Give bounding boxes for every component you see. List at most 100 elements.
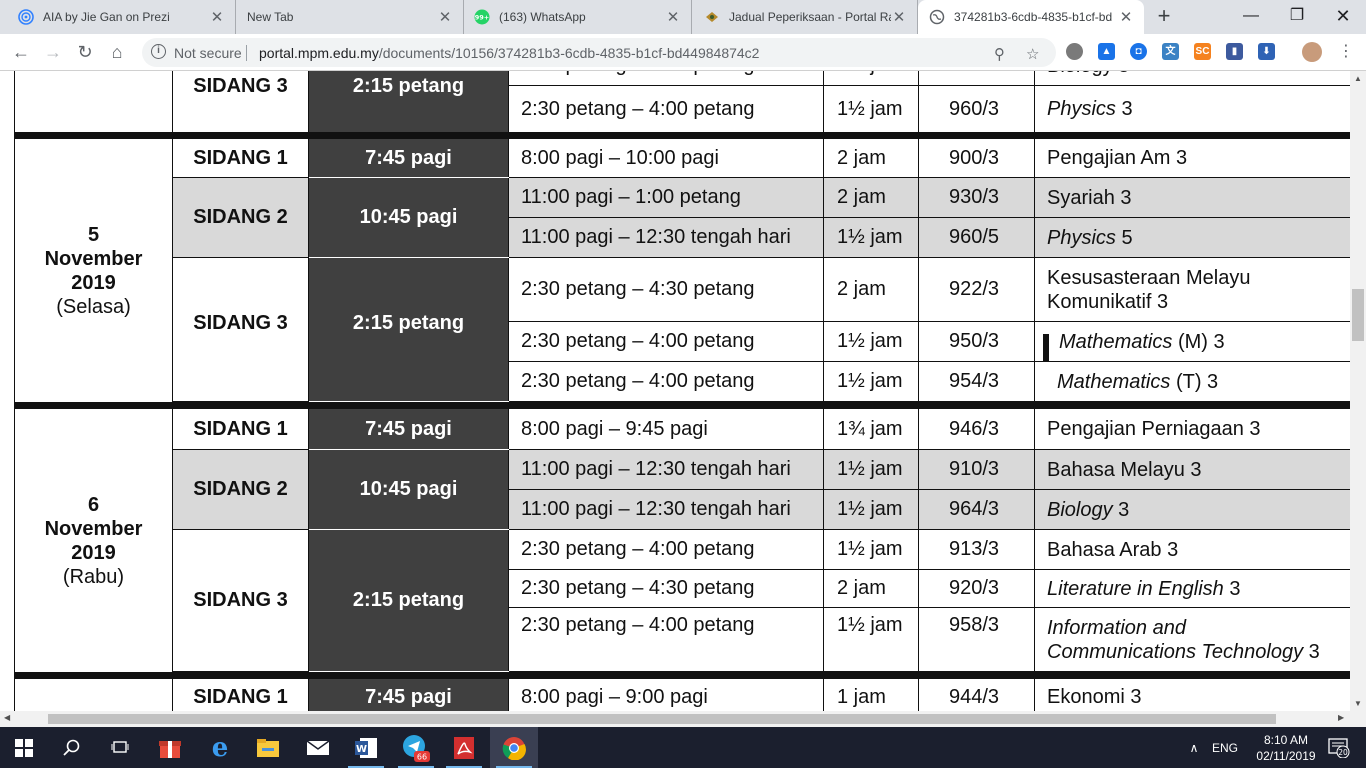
exam-duration: 2 jam (823, 132, 919, 178)
scroll-right-arrow-icon[interactable]: ▶ (1338, 713, 1344, 722)
table-row: SIDANG 3 2:15 petang 2:30 petang – 4:00 … (15, 529, 1350, 672)
menu-icon[interactable]: ⋮ (1334, 40, 1358, 64)
telegram-app[interactable]: 66 (392, 727, 440, 768)
chrome-app[interactable] (490, 727, 538, 768)
horizontal-scroll-thumb[interactable] (48, 714, 1276, 724)
exam-duration: 1½ jam (823, 529, 919, 570)
close-tab-icon[interactable]: ✕ (665, 8, 681, 26)
paper-code: 950/3 (918, 321, 1035, 362)
clock[interactable]: 8:10 AM 02/11/2019 (1250, 727, 1322, 768)
scroll-left-arrow-icon[interactable]: ◀ (4, 713, 10, 722)
report-time: 2:15 petang (308, 71, 509, 136)
vertical-scrollbar[interactable]: ▲ ▼ (1350, 71, 1366, 711)
drive-extension-icon[interactable] (1066, 43, 1083, 60)
report-time: 2:15 petang (308, 257, 509, 402)
paper-code: 946/3 (918, 402, 1035, 450)
edge-app[interactable]: e (196, 727, 244, 768)
exam-duration: 2 jam (823, 177, 919, 218)
info-icon[interactable]: i (151, 44, 166, 59)
scroll-up-arrow-icon[interactable]: ▲ (1350, 74, 1366, 83)
tab-title: (163) WhatsApp (499, 10, 586, 24)
bookmark-star-icon[interactable]: ☆ (1026, 45, 1039, 63)
download-extension-icon[interactable]: ⬇ (1258, 43, 1275, 60)
bracket-bar (1043, 334, 1049, 361)
svg-text:W: W (356, 744, 367, 755)
translate-extension-icon[interactable]: 文 (1162, 43, 1179, 60)
vertical-scroll-thumb[interactable] (1352, 289, 1364, 341)
graduation-extension-icon[interactable]: ▲ (1098, 43, 1115, 60)
word-icon: W (355, 737, 377, 758)
task-view-icon (111, 740, 129, 753)
tab-jadual[interactable]: Jadual Peperiksaan - Portal Ras ✕ (692, 0, 918, 34)
exam-time: 2:30 petang – 4:00 petang (508, 85, 824, 136)
word-app[interactable]: W (342, 727, 390, 768)
dictionary-extension-icon[interactable]: ▮ (1226, 43, 1243, 60)
close-tab-icon[interactable]: ✕ (891, 8, 907, 26)
portal-icon (704, 9, 720, 25)
paper-code: 964/3 (918, 489, 1035, 530)
scroll-down-arrow-icon[interactable]: ▼ (1350, 699, 1366, 708)
report-time: 10:45 pagi (308, 177, 509, 258)
exam-duration: 1½ jam (823, 321, 919, 362)
notification-center-button[interactable]: 20 (1322, 727, 1356, 768)
tab-whatsapp[interactable]: 99+ (163) WhatsApp ✕ (464, 0, 692, 34)
close-tab-icon[interactable]: ✕ (1118, 8, 1134, 26)
minimize-button[interactable]: — (1228, 0, 1274, 34)
exam-duration: 1½ jam (823, 85, 919, 136)
search-button[interactable] (48, 727, 96, 768)
table-row: SIDANG 1 7:45 pagi 8:00 pagi – 9:00 pagi… (14, 672, 1350, 711)
close-tab-icon[interactable]: ✕ (437, 8, 453, 26)
prezi-icon (18, 9, 34, 25)
tab-title: AIA by Jie Gan on Prezi (43, 10, 170, 24)
report-time: 7:45 pagi (308, 402, 509, 450)
sc-extension-icon[interactable]: SC (1194, 43, 1211, 60)
start-button[interactable] (0, 727, 48, 768)
search-icon (63, 739, 80, 756)
profile-avatar[interactable] (1302, 42, 1322, 62)
horizontal-scrollbar[interactable]: ◀ ▶ (0, 711, 1366, 727)
tab-prezi[interactable]: AIA by Jie Gan on Prezi ✕ (0, 0, 236, 34)
new-tab-button[interactable]: + (1152, 5, 1176, 29)
shield-extension-icon[interactable]: ◘ (1130, 43, 1147, 60)
url-text[interactable]: portal.mpm.edu.my/documents/10156/374281… (259, 45, 759, 61)
close-tab-icon[interactable]: ✕ (209, 8, 225, 26)
mail-icon (306, 739, 330, 755)
url-host: portal.mpm.edu.my (259, 45, 379, 61)
paper-code: 958/3 (918, 607, 1035, 672)
paper-code: 954/3 (918, 361, 1035, 402)
exam-time: 11:00 pagi – 1:00 petang (508, 177, 824, 218)
exam-time: 2:30 petang – 4:30 petang (508, 71, 824, 86)
session-label: SIDANG 1 (172, 132, 309, 178)
gift-app[interactable] (146, 727, 194, 768)
reload-button[interactable]: ↻ (73, 40, 97, 64)
tab-new-tab[interactable]: New Tab ✕ (236, 0, 464, 34)
home-button[interactable]: ⌂ (105, 40, 129, 64)
exam-duration: 1½ jam (823, 361, 919, 402)
session-label: SIDANG 3 (172, 71, 309, 136)
session-label: SIDANG 3 (172, 529, 309, 672)
address-bar[interactable]: i Not secure portal.mpm.edu.my/documents… (142, 38, 1056, 67)
close-window-button[interactable]: ✕ (1320, 0, 1366, 34)
exam-duration: 1 jam (823, 672, 919, 711)
file-explorer-app[interactable] (244, 727, 292, 768)
subject: Mathematics (T) 3 (1034, 361, 1350, 402)
acrobat-app[interactable] (440, 727, 488, 768)
windows-taskbar: e W 66 ∧ ENG 8:10 AM 02/11/2019 20 (0, 727, 1366, 768)
language-indicator[interactable]: ENG (1208, 727, 1242, 768)
back-button[interactable]: ← (9, 40, 33, 64)
tab-strip: AIA by Jie Gan on Prezi ✕ New Tab ✕ 99+ … (0, 0, 1366, 34)
subject: Kesusasteraan Melayu Komunikatif 3 (1034, 257, 1350, 322)
exam-duration: 1½ jam (823, 489, 919, 530)
zoom-icon[interactable]: ⚲ (994, 45, 1005, 63)
restore-button[interactable]: ❐ (1274, 0, 1320, 34)
show-hidden-icons-icon[interactable]: ∧ (1184, 727, 1204, 768)
forward-button[interactable]: → (41, 40, 65, 64)
exam-time: 2:30 petang – 4:30 petang (508, 257, 824, 322)
task-view-button[interactable] (96, 727, 144, 768)
paper-code: 960/3 (918, 85, 1035, 136)
pdf-icon (454, 736, 474, 759)
table-row: 6 November 2019 (Rabu) SIDANG 1 7:45 pagi 8… (14, 402, 1350, 676)
mail-app[interactable] (294, 727, 342, 768)
telegram-badge: 66 (417, 752, 427, 761)
tab-active-document[interactable]: 374281b3-6cdb-4835-b1cf-bd ✕ (918, 0, 1144, 34)
